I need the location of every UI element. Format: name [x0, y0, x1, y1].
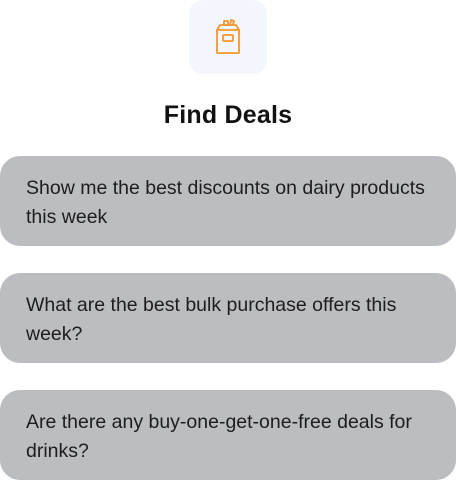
- suggestion-bulk-offers[interactable]: What are the best bulk purchase offers t…: [0, 273, 456, 363]
- page-title: Find Deals: [163, 101, 293, 129]
- deals-icon-tile: [189, 0, 267, 74]
- suggestion-bogo-drinks[interactable]: Are there any buy-one-get-one-free deals…: [0, 390, 456, 480]
- suggestion-dairy-discounts[interactable]: Show me the best discounts on dairy prod…: [0, 156, 456, 246]
- shopping-bag-icon: [216, 19, 240, 54]
